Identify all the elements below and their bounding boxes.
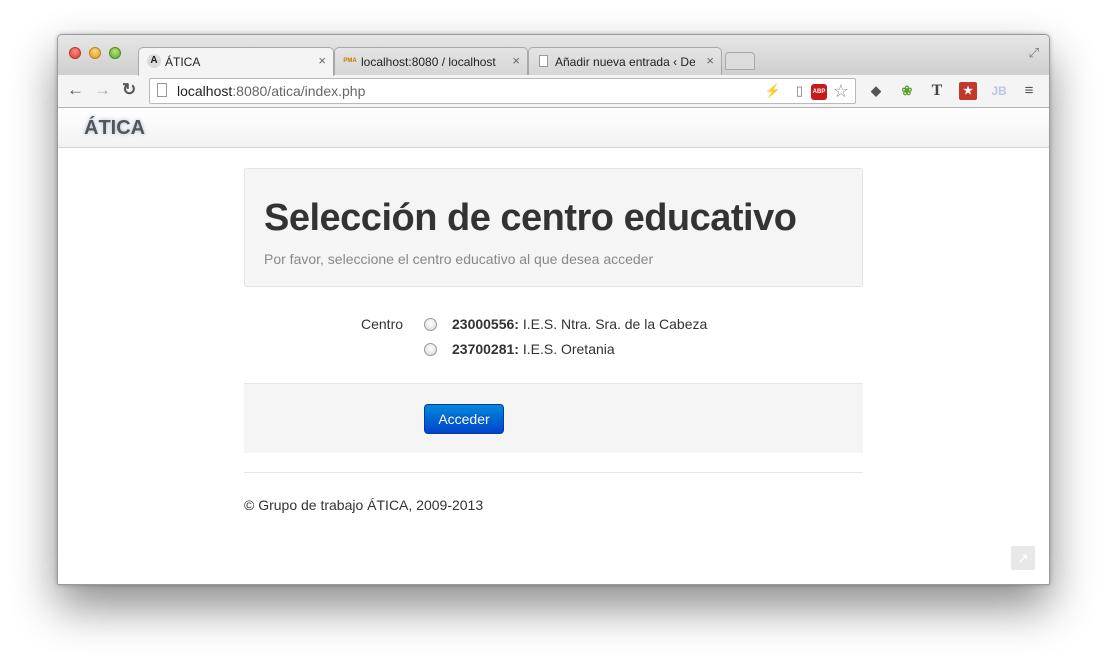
back-icon[interactable]: ← (67, 81, 84, 99)
forward-icon[interactable]: → (94, 81, 111, 99)
atica-favicon-icon: A (147, 54, 161, 68)
hero-unit: Selección de centro educativo Por favor,… (244, 168, 863, 287)
jb-extension-icon[interactable]: JB (990, 82, 1008, 100)
radio-centro-23700281[interactable] (424, 343, 437, 356)
close-window-button[interactable] (69, 47, 81, 59)
tab-title: ÁTICA (165, 55, 201, 69)
tab-strip: A ÁTICA × PMA localhost:8080 / localhost… (58, 35, 1049, 76)
share-icon[interactable]: ↗ (1011, 546, 1035, 570)
pocket-icon[interactable]: ◆ (867, 82, 885, 100)
minimize-window-button[interactable] (89, 47, 101, 59)
page-favicon-icon (539, 55, 548, 67)
phpmyadmin-favicon-icon: PMA (343, 58, 357, 64)
tab-title: Añadir nueva entrada ‹ Des (555, 55, 695, 69)
mobile-icon[interactable]: ▯ (796, 83, 803, 99)
fullscreen-icon[interactable]: ⤢ (1029, 45, 1039, 61)
page-content: ÁTICA Selección de centro educativo Por … (58, 108, 1049, 584)
tab-close-icon[interactable]: × (512, 53, 520, 68)
browser-toolbar: ← → ↻ localhost:8080/atica/index.php ⚡ ▯… (58, 75, 1049, 108)
bookmark-star-icon[interactable]: ☆ (833, 81, 849, 102)
option-name: I.E.S. Oretania (518, 341, 615, 357)
url-host: localhost (177, 83, 233, 99)
new-tab-button[interactable] (725, 52, 755, 70)
page-icon (157, 83, 167, 97)
tab-phpmyadmin[interactable]: PMA localhost:8080 / localhost × (334, 47, 528, 75)
reload-icon[interactable]: ↻ (122, 81, 136, 99)
centro-label: Centro (361, 316, 404, 332)
option-code: 23700281: (452, 341, 519, 357)
acceder-button[interactable]: Acceder (424, 404, 504, 434)
url-path: :8080/atica/index.php (232, 83, 366, 99)
adblock-icon[interactable]: ABP (811, 84, 827, 100)
radio-centro-23000556[interactable] (424, 318, 437, 331)
typography-icon[interactable]: T (928, 82, 946, 100)
tab-close-icon[interactable]: × (706, 53, 714, 68)
zoom-window-button[interactable] (109, 47, 121, 59)
site-navbar: ÁTICA (58, 108, 1049, 148)
option-label-23000556: 23000556: I.E.S. Ntra. Sra. de la Cabeza (452, 316, 707, 332)
brand-logo[interactable]: ÁTICA (84, 117, 145, 140)
lightning-icon[interactable]: ⚡ (765, 83, 781, 99)
menu-icon[interactable]: ≡ (1020, 82, 1038, 100)
option-label-23700281: 23700281: I.E.S. Oretania (452, 341, 615, 357)
bookmark-app-icon[interactable]: ★ (959, 82, 977, 100)
tab-atica[interactable]: A ÁTICA × (138, 47, 334, 76)
tab-title: localhost:8080 / localhost (361, 55, 496, 69)
page-title: Selección de centro educativo (264, 197, 797, 239)
form-actions: Acceder (244, 383, 863, 453)
option-name: I.E.S. Ntra. Sra. de la Cabeza (518, 316, 708, 332)
footer-divider (244, 472, 863, 473)
page-subtitle: Por favor, seleccione el centro educativ… (264, 251, 654, 267)
url-text: localhost:8080/atica/index.php (177, 83, 365, 99)
option-code: 23000556: (452, 316, 519, 332)
robot-icon[interactable]: ❀ (898, 82, 916, 100)
footer-text: © Grupo de trabajo ÁTICA, 2009-2013 (244, 497, 484, 513)
tab-wordpress[interactable]: Añadir nueva entrada ‹ Des × (528, 47, 722, 75)
browser-window: A ÁTICA × PMA localhost:8080 / localhost… (57, 34, 1050, 585)
address-bar[interactable]: localhost:8080/atica/index.php ⚡ ▯ ABP ☆ (149, 78, 856, 104)
tab-close-icon[interactable]: × (318, 53, 326, 68)
